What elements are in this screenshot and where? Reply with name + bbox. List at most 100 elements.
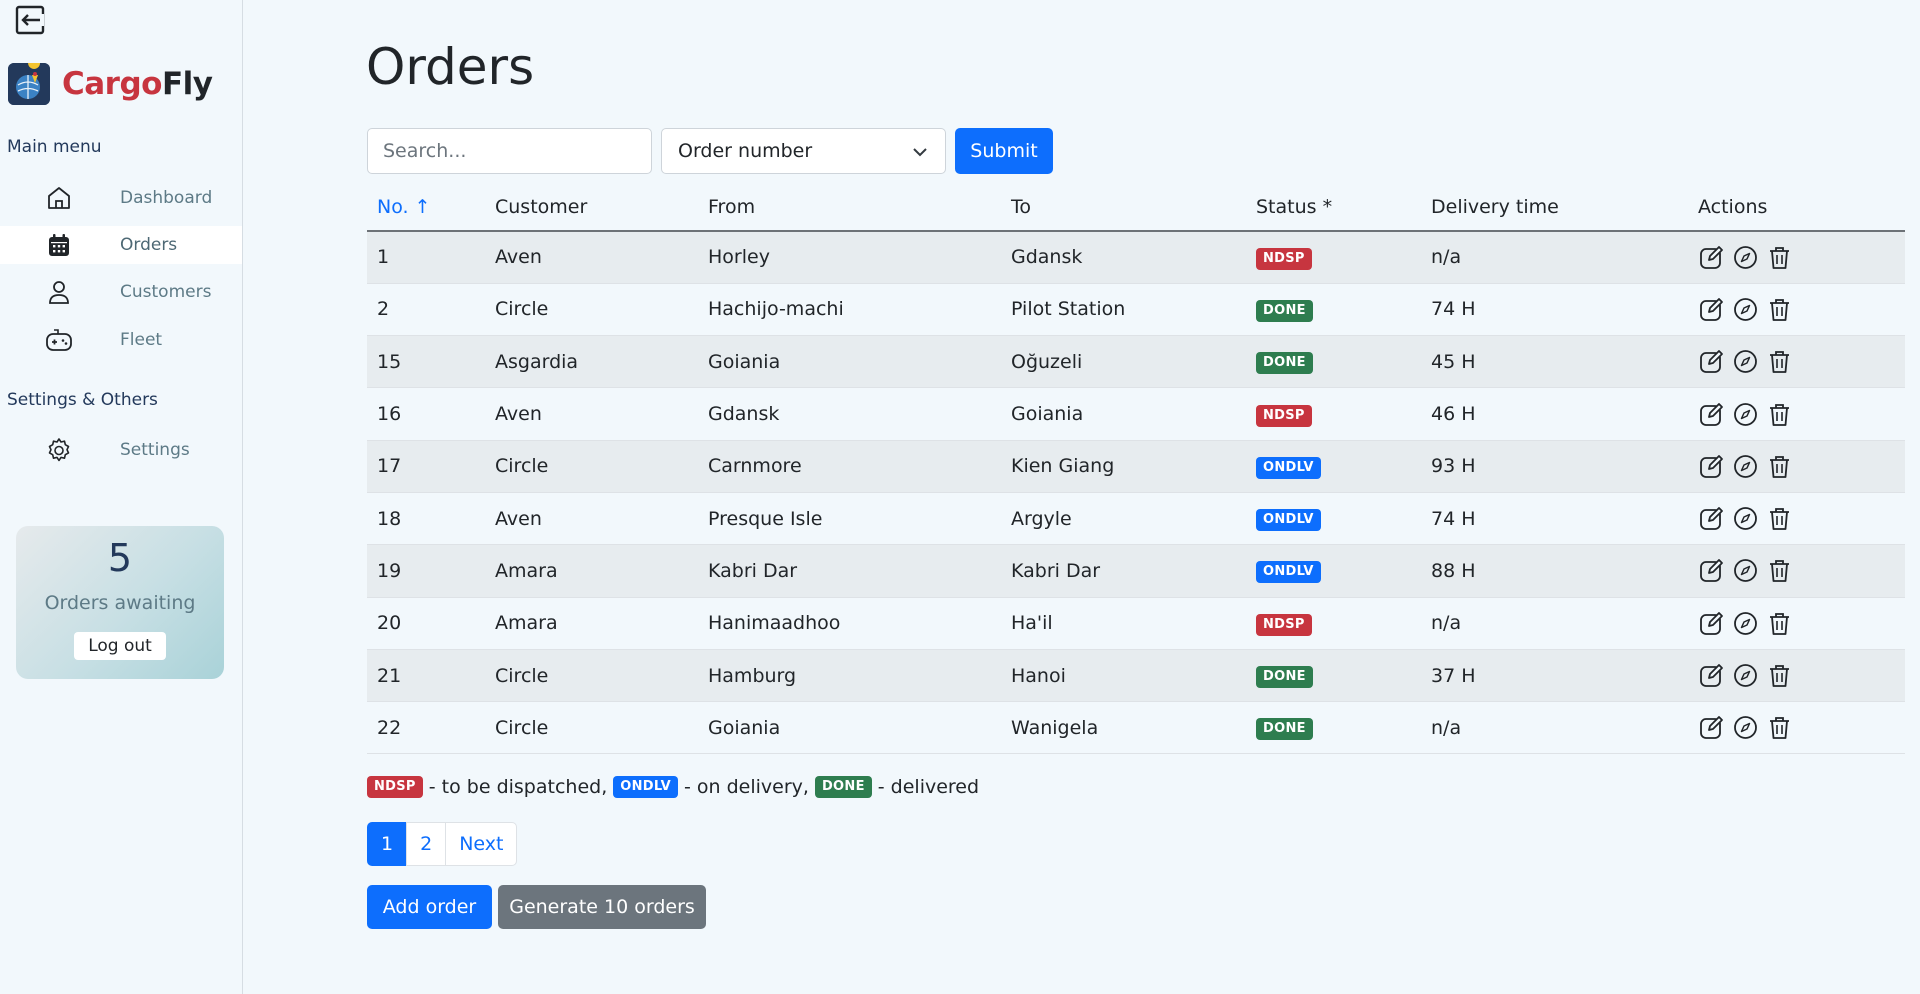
page-link-next[interactable]: Next <box>445 822 518 866</box>
edit-icon[interactable] <box>1698 401 1725 428</box>
edit-icon[interactable] <box>1698 714 1725 741</box>
compass-icon[interactable] <box>1732 296 1759 323</box>
compass-icon[interactable] <box>1732 714 1759 741</box>
column-header-delivery-time[interactable]: Delivery time <box>1421 184 1688 232</box>
trash-icon[interactable] <box>1766 453 1793 480</box>
sidebar: CargoFly Main menu Dashboard Orders Cust… <box>0 0 243 994</box>
edit-icon[interactable] <box>1698 348 1725 375</box>
status-badge: NDSP <box>1256 613 1312 636</box>
column-header-from[interactable]: From <box>698 184 1001 232</box>
cell-number: 18 <box>367 492 485 546</box>
trash-icon[interactable] <box>1766 557 1793 584</box>
sidebar-item-fleet[interactable]: Fleet <box>0 321 242 359</box>
trash-icon[interactable] <box>1766 610 1793 637</box>
edit-icon[interactable] <box>1698 453 1725 480</box>
logout-button[interactable]: Log out <box>74 632 166 660</box>
cell-from: Presque Isle <box>698 492 1001 546</box>
table-row: 21 Circle Hamburg Hanoi DONE 37 H <box>367 649 1905 703</box>
compass-icon[interactable] <box>1732 557 1759 584</box>
trash-icon[interactable] <box>1766 662 1793 689</box>
table-row: 17 Circle Carnmore Kien Giang ONDLV 93 H <box>367 440 1905 493</box>
cell-customer: Aven <box>485 387 698 441</box>
search-input[interactable] <box>367 128 652 174</box>
edit-icon[interactable] <box>1698 296 1725 323</box>
cell-status: DONE <box>1246 283 1421 337</box>
cell-to: Pilot Station <box>1001 283 1246 337</box>
compass-icon[interactable] <box>1732 401 1759 428</box>
sidebar-item-settings[interactable]: Settings <box>0 431 242 469</box>
cell-delivery-time: 45 H <box>1421 335 1688 389</box>
cell-number: 20 <box>367 597 485 650</box>
search-field-select[interactable]: Order number <box>661 128 946 174</box>
status-badge: DONE <box>1256 718 1313 741</box>
trash-icon[interactable] <box>1766 714 1793 741</box>
cell-customer: Aven <box>485 492 698 546</box>
search-field-select-value: Order number <box>678 140 813 162</box>
submit-button[interactable]: Submit <box>955 128 1053 174</box>
page-link-2[interactable]: 2 <box>406 822 447 866</box>
column-header-status[interactable]: Status * <box>1246 184 1421 232</box>
trash-icon[interactable] <box>1766 348 1793 375</box>
table-row: 2 Circle Hachijo-machi Pilot Station DONE 74 … <box>367 283 1905 337</box>
orders-table-body: 1 Aven Horley Gdansk NDSP n/a 2 Circle Hachijo-m… <box>367 231 1905 755</box>
brand-name-cargo: Cargo <box>62 66 162 102</box>
legend-text: - delivered <box>877 776 980 798</box>
cell-number: 17 <box>367 440 485 493</box>
compass-icon[interactable] <box>1732 610 1759 637</box>
edit-icon[interactable] <box>1698 557 1725 584</box>
edit-icon[interactable] <box>1698 244 1725 271</box>
calendar-icon <box>49 234 69 256</box>
trash-icon[interactable] <box>1766 296 1793 323</box>
sidebar-item-dashboard[interactable]: Dashboard <box>0 179 242 217</box>
sidebar-item-label: Fleet <box>120 330 163 350</box>
edit-icon[interactable] <box>1698 505 1725 532</box>
cell-from: Horley <box>698 231 1001 284</box>
column-header-number[interactable]: No. ↑ <box>367 184 485 232</box>
generate-orders-button[interactable]: Generate 10 orders <box>498 885 706 929</box>
cell-status: NDSP <box>1246 231 1421 284</box>
collapse-sidebar-icon[interactable] <box>14 4 46 36</box>
compass-icon[interactable] <box>1732 244 1759 271</box>
cell-delivery-time: 74 H <box>1421 492 1688 546</box>
cell-actions <box>1688 231 1905 284</box>
cell-customer: Circle <box>485 701 698 755</box>
sidebar-item-customers[interactable]: Customers <box>0 273 242 311</box>
compass-icon[interactable] <box>1732 662 1759 689</box>
edit-icon[interactable] <box>1698 610 1725 637</box>
edit-icon[interactable] <box>1698 662 1725 689</box>
orders-awaiting-count: 5 <box>107 536 133 580</box>
cell-to: Goiania <box>1001 387 1246 441</box>
orders-table: No. ↑ Customer From To Status * Delivery… <box>367 184 1905 755</box>
cell-from: Carnmore <box>698 440 1001 493</box>
compass-icon[interactable] <box>1732 453 1759 480</box>
cell-customer: Circle <box>485 440 698 493</box>
sidebar-item-orders[interactable]: Orders <box>0 226 242 264</box>
pagination: 1 2 Next <box>367 822 518 866</box>
cell-from: Goiania <box>698 335 1001 389</box>
brand-logo-icon <box>8 63 50 105</box>
cell-from: Hanimaadhoo <box>698 597 1001 650</box>
compass-icon[interactable] <box>1732 505 1759 532</box>
table-row: 1 Aven Horley Gdansk NDSP n/a <box>367 231 1905 284</box>
cell-number: 19 <box>367 544 485 598</box>
trash-icon[interactable] <box>1766 244 1793 271</box>
home-icon <box>48 187 70 209</box>
trash-icon[interactable] <box>1766 401 1793 428</box>
cell-customer: Aven <box>485 231 698 284</box>
column-header-customer[interactable]: Customer <box>485 184 698 232</box>
page-title: Orders <box>366 38 535 96</box>
column-header-to[interactable]: To <box>1001 184 1246 232</box>
sidebar-item-label: Orders <box>120 235 178 255</box>
page-link-1[interactable]: 1 <box>367 822 408 866</box>
cell-actions <box>1688 701 1905 755</box>
add-order-button[interactable]: Add order <box>367 885 492 929</box>
cell-status: ONDLV <box>1246 492 1421 546</box>
trash-icon[interactable] <box>1766 505 1793 532</box>
status-badge: DONE <box>1256 666 1313 689</box>
cell-actions <box>1688 544 1905 598</box>
legend-text: - to be dispatched, <box>428 776 608 798</box>
cell-delivery-time: 88 H <box>1421 544 1688 598</box>
status-badge: DONE <box>1256 352 1313 375</box>
compass-icon[interactable] <box>1732 348 1759 375</box>
cell-number: 16 <box>367 387 485 441</box>
